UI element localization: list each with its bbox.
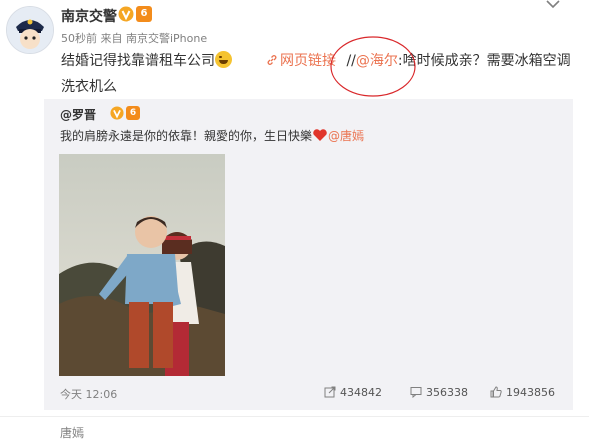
vip-badge: 6 <box>136 6 152 22</box>
share-icon <box>324 386 336 398</box>
highlight-circle <box>330 36 416 97</box>
chevron-down-icon[interactable] <box>546 0 560 10</box>
like-count[interactable]: 1943856 <box>490 386 555 399</box>
comment-count[interactable]: 356338 <box>410 386 468 399</box>
repost-text-body: 我的肩膀永遠是你的依靠！親愛的你，生日快樂 <box>60 129 313 143</box>
verified-icon <box>118 6 134 22</box>
divider <box>0 416 589 417</box>
comment-count-value: 356338 <box>426 386 468 399</box>
link-icon <box>267 55 277 65</box>
post-text: 结婚记得找靠谱租车公司 网页链接 //@海尔:啥时候成亲？需要冰箱空调 <box>61 50 571 70</box>
web-link-label: 网页链接 <box>280 53 336 69</box>
laughing-emoji-icon <box>215 51 232 68</box>
vip-badge: 6 <box>126 106 140 120</box>
repost-text: 我的肩膀永遠是你的依靠！親愛的你，生日快樂 @唐嫣 <box>60 127 364 144</box>
repost-count-value: 434842 <box>340 386 382 399</box>
author-name[interactable]: 南京交警 <box>61 6 117 26</box>
repost-count[interactable]: 434842 <box>324 386 382 399</box>
post-text-line2: 洗衣机么 <box>61 79 117 95</box>
repost-time[interactable]: 今天 12:06 <box>60 386 117 402</box>
post-meta: 50秒前 来自 南京交警iPhone <box>61 32 208 45</box>
verified-icon <box>110 106 124 120</box>
repost-author[interactable]: @罗晋 <box>60 106 96 123</box>
avatar[interactable] <box>6 6 54 54</box>
like-count-value: 1943856 <box>506 386 555 399</box>
comment-icon <box>410 387 422 399</box>
footer-partial: 唐嫣 <box>60 426 85 440</box>
heart-icon <box>313 129 327 141</box>
post-text-part2: :啥时候成亲？需要冰箱空调 <box>397 53 571 69</box>
post-text-part1: 结婚记得找靠谱租车公司 <box>61 53 215 69</box>
mention-tangyan[interactable]: @唐嫣 <box>328 129 364 143</box>
web-link[interactable]: 网页链接 <box>266 53 336 69</box>
thumbs-up-icon <box>490 386 502 398</box>
photo[interactable] <box>59 154 225 376</box>
